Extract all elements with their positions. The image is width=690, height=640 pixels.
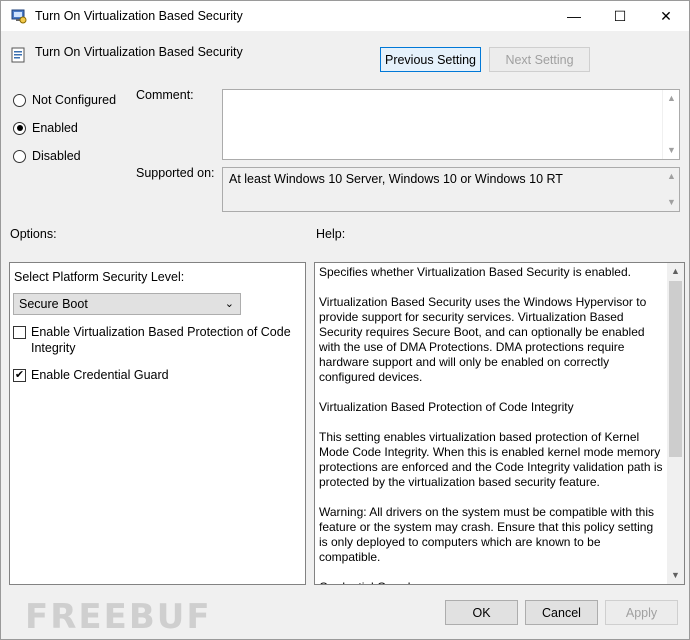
- watermark-logo: FREEBUF: [25, 597, 212, 637]
- scroll-up-icon[interactable]: ▲: [663, 90, 680, 107]
- policy-dialog-window: Turn On Virtualization Based Security — …: [0, 0, 690, 640]
- previous-setting-label: Previous Setting: [384, 52, 477, 67]
- scrollbar-thumb[interactable]: [669, 281, 682, 457]
- close-icon: ✕: [660, 7, 672, 24]
- checkbox-credential-guard-label: Enable Credential Guard: [31, 368, 169, 382]
- cancel-label: Cancel: [542, 605, 581, 620]
- help-panel: Specifies whether Virtualization Based S…: [314, 262, 685, 585]
- ok-button[interactable]: OK: [445, 600, 518, 625]
- checkbox-credential-guard-box[interactable]: ✔: [13, 369, 26, 382]
- supported-on-scrollbar[interactable]: ▲ ▼: [662, 168, 679, 211]
- cancel-button[interactable]: Cancel: [525, 600, 598, 625]
- radio-enabled[interactable]: Enabled: [13, 121, 78, 135]
- apply-button[interactable]: Apply: [605, 600, 678, 625]
- radio-not-configured-label: Not Configured: [32, 93, 117, 107]
- comment-field[interactable]: ▲ ▼: [222, 89, 680, 160]
- options-heading: Options:: [10, 227, 57, 241]
- policy-setting-icon: [11, 47, 25, 63]
- supported-on-label: Supported on:: [136, 166, 215, 180]
- supported-on-field: At least Windows 10 Server, Windows 10 o…: [222, 167, 680, 212]
- comment-label: Comment:: [136, 88, 194, 102]
- checkbox-credential-guard[interactable]: ✔ Enable Credential Guard: [13, 367, 293, 383]
- maximize-button[interactable]: ☐: [597, 1, 643, 31]
- title-bar: Turn On Virtualization Based Security — …: [1, 1, 689, 31]
- checkbox-code-integrity-label: Enable Virtualization Based Protection o…: [31, 325, 291, 355]
- help-text: Specifies whether Virtualization Based S…: [319, 265, 663, 584]
- scroll-up-icon[interactable]: ▲: [663, 168, 680, 185]
- chevron-down-icon: ⌄: [224, 298, 234, 310]
- scroll-up-icon[interactable]: ▲: [667, 263, 684, 280]
- minimize-button[interactable]: —: [551, 1, 597, 31]
- platform-security-dropdown[interactable]: Secure Boot ⌄: [13, 293, 241, 315]
- scroll-down-icon[interactable]: ▼: [663, 142, 680, 159]
- options-panel: Select Platform Security Level: Secure B…: [9, 262, 306, 585]
- group-policy-app-icon: [11, 9, 27, 24]
- checkmark-icon: ✔: [14, 369, 25, 381]
- policy-name: Turn On Virtualization Based Security: [35, 45, 243, 59]
- supported-on-value: At least Windows 10 Server, Windows 10 o…: [229, 172, 563, 186]
- radio-not-configured[interactable]: Not Configured: [13, 93, 116, 107]
- next-setting-button[interactable]: Next Setting: [489, 47, 590, 72]
- radio-disabled-label: Disabled: [32, 149, 81, 163]
- help-scrollbar[interactable]: ▲ ▼: [667, 263, 684, 584]
- close-button[interactable]: ✕: [643, 1, 689, 31]
- radio-disabled-indicator[interactable]: [13, 149, 26, 163]
- platform-security-label: Select Platform Security Level:: [14, 270, 185, 284]
- window-title: Turn On Virtualization Based Security: [35, 9, 243, 23]
- help-heading: Help:: [316, 227, 346, 241]
- previous-setting-button[interactable]: Previous Setting: [380, 47, 481, 72]
- radio-enabled-indicator[interactable]: [13, 121, 26, 135]
- minimize-icon: —: [567, 8, 581, 24]
- checkbox-code-integrity-box[interactable]: [13, 326, 26, 339]
- radio-enabled-label: Enabled: [32, 121, 78, 135]
- ok-label: OK: [472, 605, 491, 620]
- scroll-down-icon[interactable]: ▼: [663, 194, 680, 211]
- radio-not-configured-indicator[interactable]: [13, 93, 26, 107]
- comment-scrollbar[interactable]: ▲ ▼: [662, 90, 679, 159]
- apply-label: Apply: [625, 605, 658, 620]
- checkbox-code-integrity[interactable]: Enable Virtualization Based Protection o…: [13, 324, 293, 356]
- scroll-down-icon[interactable]: ▼: [667, 567, 684, 584]
- maximize-icon: ☐: [613, 7, 627, 24]
- radio-disabled[interactable]: Disabled: [13, 149, 81, 163]
- platform-security-value: Secure Boot: [19, 297, 88, 311]
- next-setting-label: Next Setting: [505, 52, 574, 67]
